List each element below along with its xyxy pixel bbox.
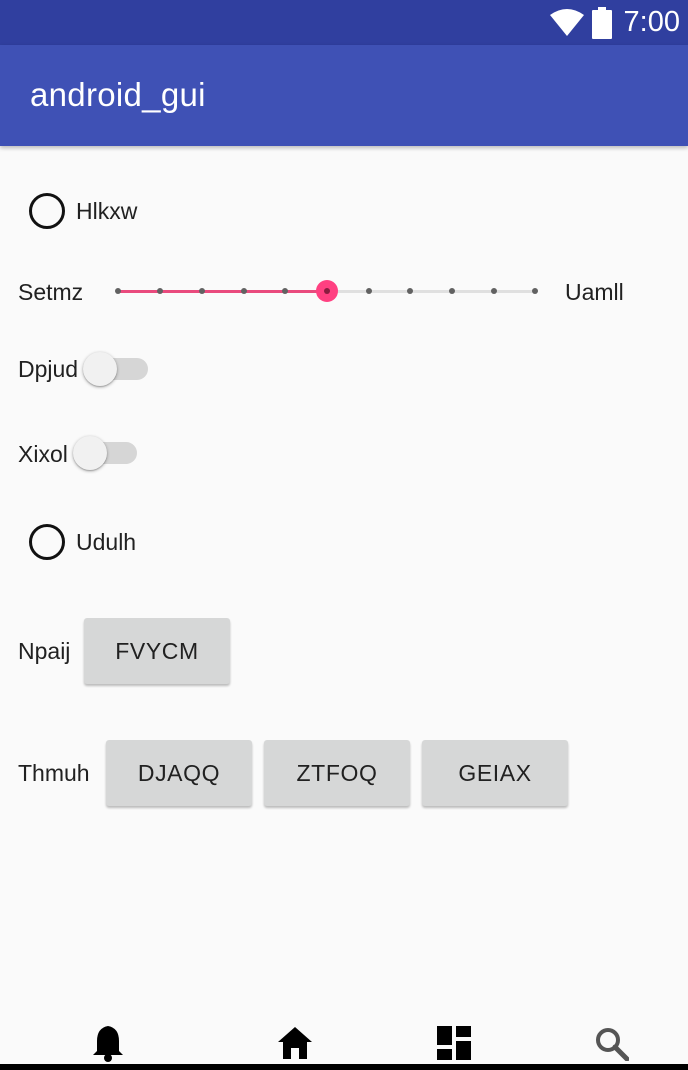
seekbar-right-label: Uamll [565,279,624,305]
seekbar-tick [491,288,497,294]
wifi-icon [549,8,584,36]
seekbar-tick [366,288,372,294]
djaqq-button[interactable]: DJAQQ [106,740,252,806]
switch-thumb-dpjud[interactable] [83,352,117,386]
battery-icon [591,6,612,39]
row-label-thmuh: Thmuh [18,760,90,786]
seekbar-left-label: Setmz [18,279,84,305]
seekbar-tick [324,288,330,294]
radio-button-udulh[interactable] [29,524,65,560]
search-icon[interactable] [595,1027,629,1061]
switch-label-dpjud: Dpjud [18,356,79,382]
bell-icon[interactable] [92,1024,124,1062]
ztfoq-button[interactable]: ZTFOQ [264,740,410,806]
system-nav-edge [0,1064,688,1070]
geiax-button[interactable]: GEIAX [422,740,568,806]
seekbar-tick [282,288,288,294]
status-time: 7:00 [623,6,680,38]
seekbar-tick [115,288,121,294]
fvycm-button[interactable]: FVYCM [84,618,230,684]
seekbar-tick [199,288,205,294]
switch-thumb-xixol[interactable] [73,436,107,470]
row-label-npaij: Npaij [18,638,71,664]
app-bar: android_gui [0,45,688,146]
status-bar: 7:00 [0,0,688,45]
seekbar-tick [241,288,247,294]
seekbar-tick [407,288,413,294]
seekbar-tick [449,288,455,294]
seekbar-tick [157,288,163,294]
dashboard-icon[interactable] [437,1026,471,1060]
status-icons: 7:00 [549,0,680,45]
seekbar-progress [118,290,327,293]
seekbar-tick [532,288,538,294]
radio-label-hlkxw[interactable]: Hlkxw [76,198,137,225]
app-title: android_gui [30,76,206,113]
radio-label-udulh[interactable]: Udulh [76,529,136,556]
radio-button-hlkxw[interactable] [29,193,65,229]
home-icon[interactable] [277,1026,313,1060]
switch-label-xixol: Xixol [18,441,68,467]
